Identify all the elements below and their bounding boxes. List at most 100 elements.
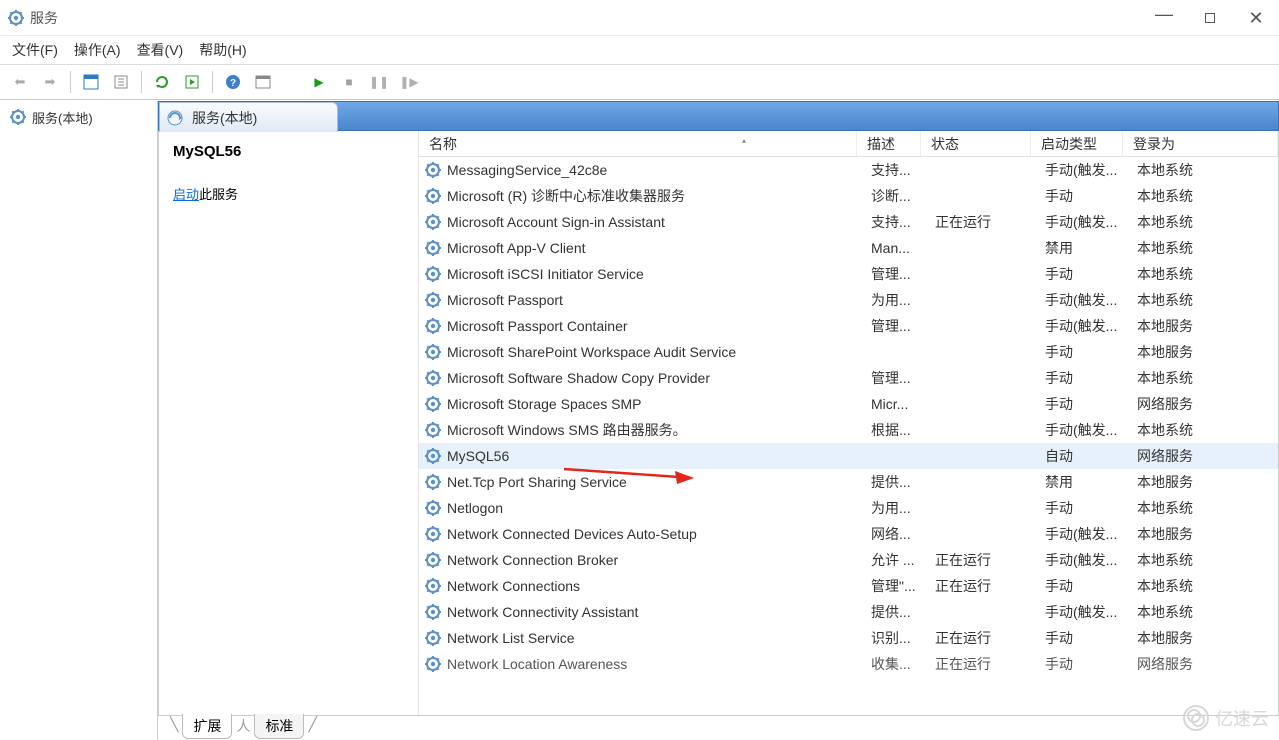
cell-startup: 手动(触发... <box>1045 420 1137 440</box>
gear-icon <box>425 214 441 230</box>
gear-icon <box>425 188 441 204</box>
window-title: 服务 <box>30 8 58 28</box>
cell-desc: Man... <box>871 240 935 256</box>
service-row[interactable]: Network Connected Devices Auto-Setup网络..… <box>419 521 1278 547</box>
col-logon[interactable]: 登录为 <box>1123 131 1278 156</box>
cell-startup: 手动 <box>1045 394 1137 414</box>
toolbar-list-icon[interactable] <box>178 68 206 96</box>
cell-desc: 管理... <box>871 368 935 388</box>
gear-icon <box>425 344 441 360</box>
cell-logon: 本地系统 <box>1137 498 1278 518</box>
cell-desc: 支持... <box>871 212 935 232</box>
help-button[interactable]: ? <box>219 68 247 96</box>
cell-name: Microsoft Account Sign-in Assistant <box>447 214 871 230</box>
service-row[interactable]: Microsoft Windows SMS 路由器服务。根据... 手动(触发..… <box>419 417 1278 443</box>
cell-logon: 本地服务 <box>1137 628 1278 648</box>
service-row[interactable]: Netlogon为用...手动本地系统 <box>419 495 1278 521</box>
panel-header: 服务(本地) <box>158 101 1279 131</box>
close-button[interactable]: ✕ <box>1233 0 1279 36</box>
cell-name: Microsoft (R) 诊断中心标准收集器服务 <box>447 186 871 206</box>
service-row[interactable]: Microsoft Passport为用...手动(触发...本地系统 <box>419 287 1278 313</box>
toolbar-window-icon[interactable] <box>249 68 277 96</box>
forward-button[interactable]: ➡ <box>36 68 64 96</box>
cell-desc: 诊断... <box>871 186 935 206</box>
cell-startup: 自动 <box>1045 446 1137 466</box>
tab-standard[interactable]: 标准 <box>254 714 304 739</box>
start-service-link[interactable]: 启动 <box>173 187 199 202</box>
pause-service-button[interactable]: ❚❚ <box>365 68 393 96</box>
service-row[interactable]: Microsoft App-V ClientMan...禁用本地系统 <box>419 235 1278 261</box>
gear-icon <box>425 292 441 308</box>
gear-icon <box>425 552 441 568</box>
cell-name: Microsoft Software Shadow Copy Provider <box>447 370 871 386</box>
cell-name: Network Location Awareness <box>447 656 871 672</box>
restart-service-button[interactable]: ❚▶ <box>395 68 423 96</box>
cell-startup: 手动 <box>1045 264 1137 284</box>
app-icon <box>8 10 24 26</box>
maximize-button[interactable] <box>1187 0 1233 36</box>
refresh-gear-icon <box>166 109 184 127</box>
cell-startup: 禁用 <box>1045 472 1137 492</box>
tree-node-label: 服务(本地) <box>32 108 93 127</box>
stop-service-button[interactable]: ■ <box>335 68 363 96</box>
service-row[interactable]: Microsoft (R) 诊断中心标准收集器服务诊断...手动本地系统 <box>419 183 1278 209</box>
toolbar-export-icon[interactable] <box>107 68 135 96</box>
gear-icon <box>425 578 441 594</box>
bottom-tabs: ╲ 扩展 人 标准 ╱ <box>158 714 1279 738</box>
menu-view[interactable]: 查看(V) <box>137 40 184 60</box>
gear-icon <box>425 422 441 438</box>
col-description[interactable]: 描述 <box>857 131 921 156</box>
cell-name: Microsoft Windows SMS 路由器服务。 <box>447 420 871 440</box>
service-row[interactable]: Microsoft Account Sign-in Assistant支持...… <box>419 209 1278 235</box>
cell-name: Network List Service <box>447 630 871 646</box>
cell-logon: 网络服务 <box>1137 446 1278 466</box>
cell-name: Network Connectivity Assistant <box>447 604 871 620</box>
start-service-button[interactable]: ▶ <box>305 68 333 96</box>
toolbar-properties-icon[interactable] <box>77 68 105 96</box>
cell-logon: 本地系统 <box>1137 368 1278 388</box>
gear-icon <box>425 500 441 516</box>
col-name[interactable]: 名称 <box>419 131 857 156</box>
cell-name: Microsoft Passport Container <box>447 318 871 334</box>
cell-desc: 根据... <box>871 420 935 440</box>
service-row[interactable]: Microsoft Passport Container管理...手动(触发..… <box>419 313 1278 339</box>
refresh-button[interactable] <box>148 68 176 96</box>
cell-logon: 本地系统 <box>1137 186 1278 206</box>
service-row[interactable]: Network Connectivity Assistant提供...手动(触发… <box>419 599 1278 625</box>
minimize-button[interactable]: — <box>1141 0 1187 36</box>
tree-node-services[interactable]: 服务(本地) <box>8 105 149 129</box>
service-row[interactable]: Network List Service识别...正在运行手动本地服务 <box>419 625 1278 651</box>
service-row[interactable]: Network Connection Broker允许 ...正在运行手动(触发… <box>419 547 1278 573</box>
cell-logon: 本地系统 <box>1137 212 1278 232</box>
service-row[interactable]: Network Connections管理"...正在运行手动本地系统 <box>419 573 1278 599</box>
gear-icon <box>425 474 441 490</box>
cell-desc: 收集... <box>871 654 935 674</box>
col-status[interactable]: 状态 <box>921 131 1031 156</box>
service-row[interactable]: Microsoft Software Shadow Copy Provider管… <box>419 365 1278 391</box>
cell-logon: 本地系统 <box>1137 602 1278 622</box>
cell-name: Microsoft Passport <box>447 292 871 308</box>
cell-name: Network Connections <box>447 578 871 594</box>
col-startup[interactable]: 启动类型 <box>1031 131 1123 156</box>
back-button[interactable]: ⬅ <box>6 68 34 96</box>
service-row[interactable]: Microsoft iSCSI Initiator Service管理...手动… <box>419 261 1278 287</box>
service-row[interactable]: Microsoft SharePoint Workspace Audit Ser… <box>419 339 1278 365</box>
tab-decoration: ╱ <box>304 714 320 735</box>
menu-file[interactable]: 文件(F) <box>12 40 58 60</box>
cell-desc: 提供... <box>871 602 935 622</box>
menu-action[interactable]: 操作(A) <box>74 40 121 60</box>
service-action-line: 启动此服务 <box>173 184 404 203</box>
cell-name: Microsoft App-V Client <box>447 240 871 256</box>
service-row[interactable]: Microsoft Storage Spaces SMPMicr...手动网络服… <box>419 391 1278 417</box>
menu-help[interactable]: 帮助(H) <box>199 40 246 60</box>
panel-tab[interactable]: 服务(本地) <box>159 102 338 132</box>
service-row[interactable]: Net.Tcp Port Sharing Service提供...禁用本地服务 <box>419 469 1278 495</box>
service-list: 名称 描述 状态 启动类型 登录为 MessagingService_42c8e… <box>419 131 1278 715</box>
tab-extended[interactable]: 扩展 <box>182 714 232 739</box>
service-row[interactable]: MySQL56自动网络服务 <box>419 443 1278 469</box>
gear-icon <box>425 318 441 334</box>
cell-logon: 本地系统 <box>1137 238 1278 258</box>
list-scroll[interactable]: MessagingService_42c8e支持...手动(触发...本地系统M… <box>419 157 1278 683</box>
service-row[interactable]: MessagingService_42c8e支持...手动(触发...本地系统 <box>419 157 1278 183</box>
service-row[interactable]: Network Location Awareness收集...正在运行手动网络服… <box>419 651 1278 677</box>
